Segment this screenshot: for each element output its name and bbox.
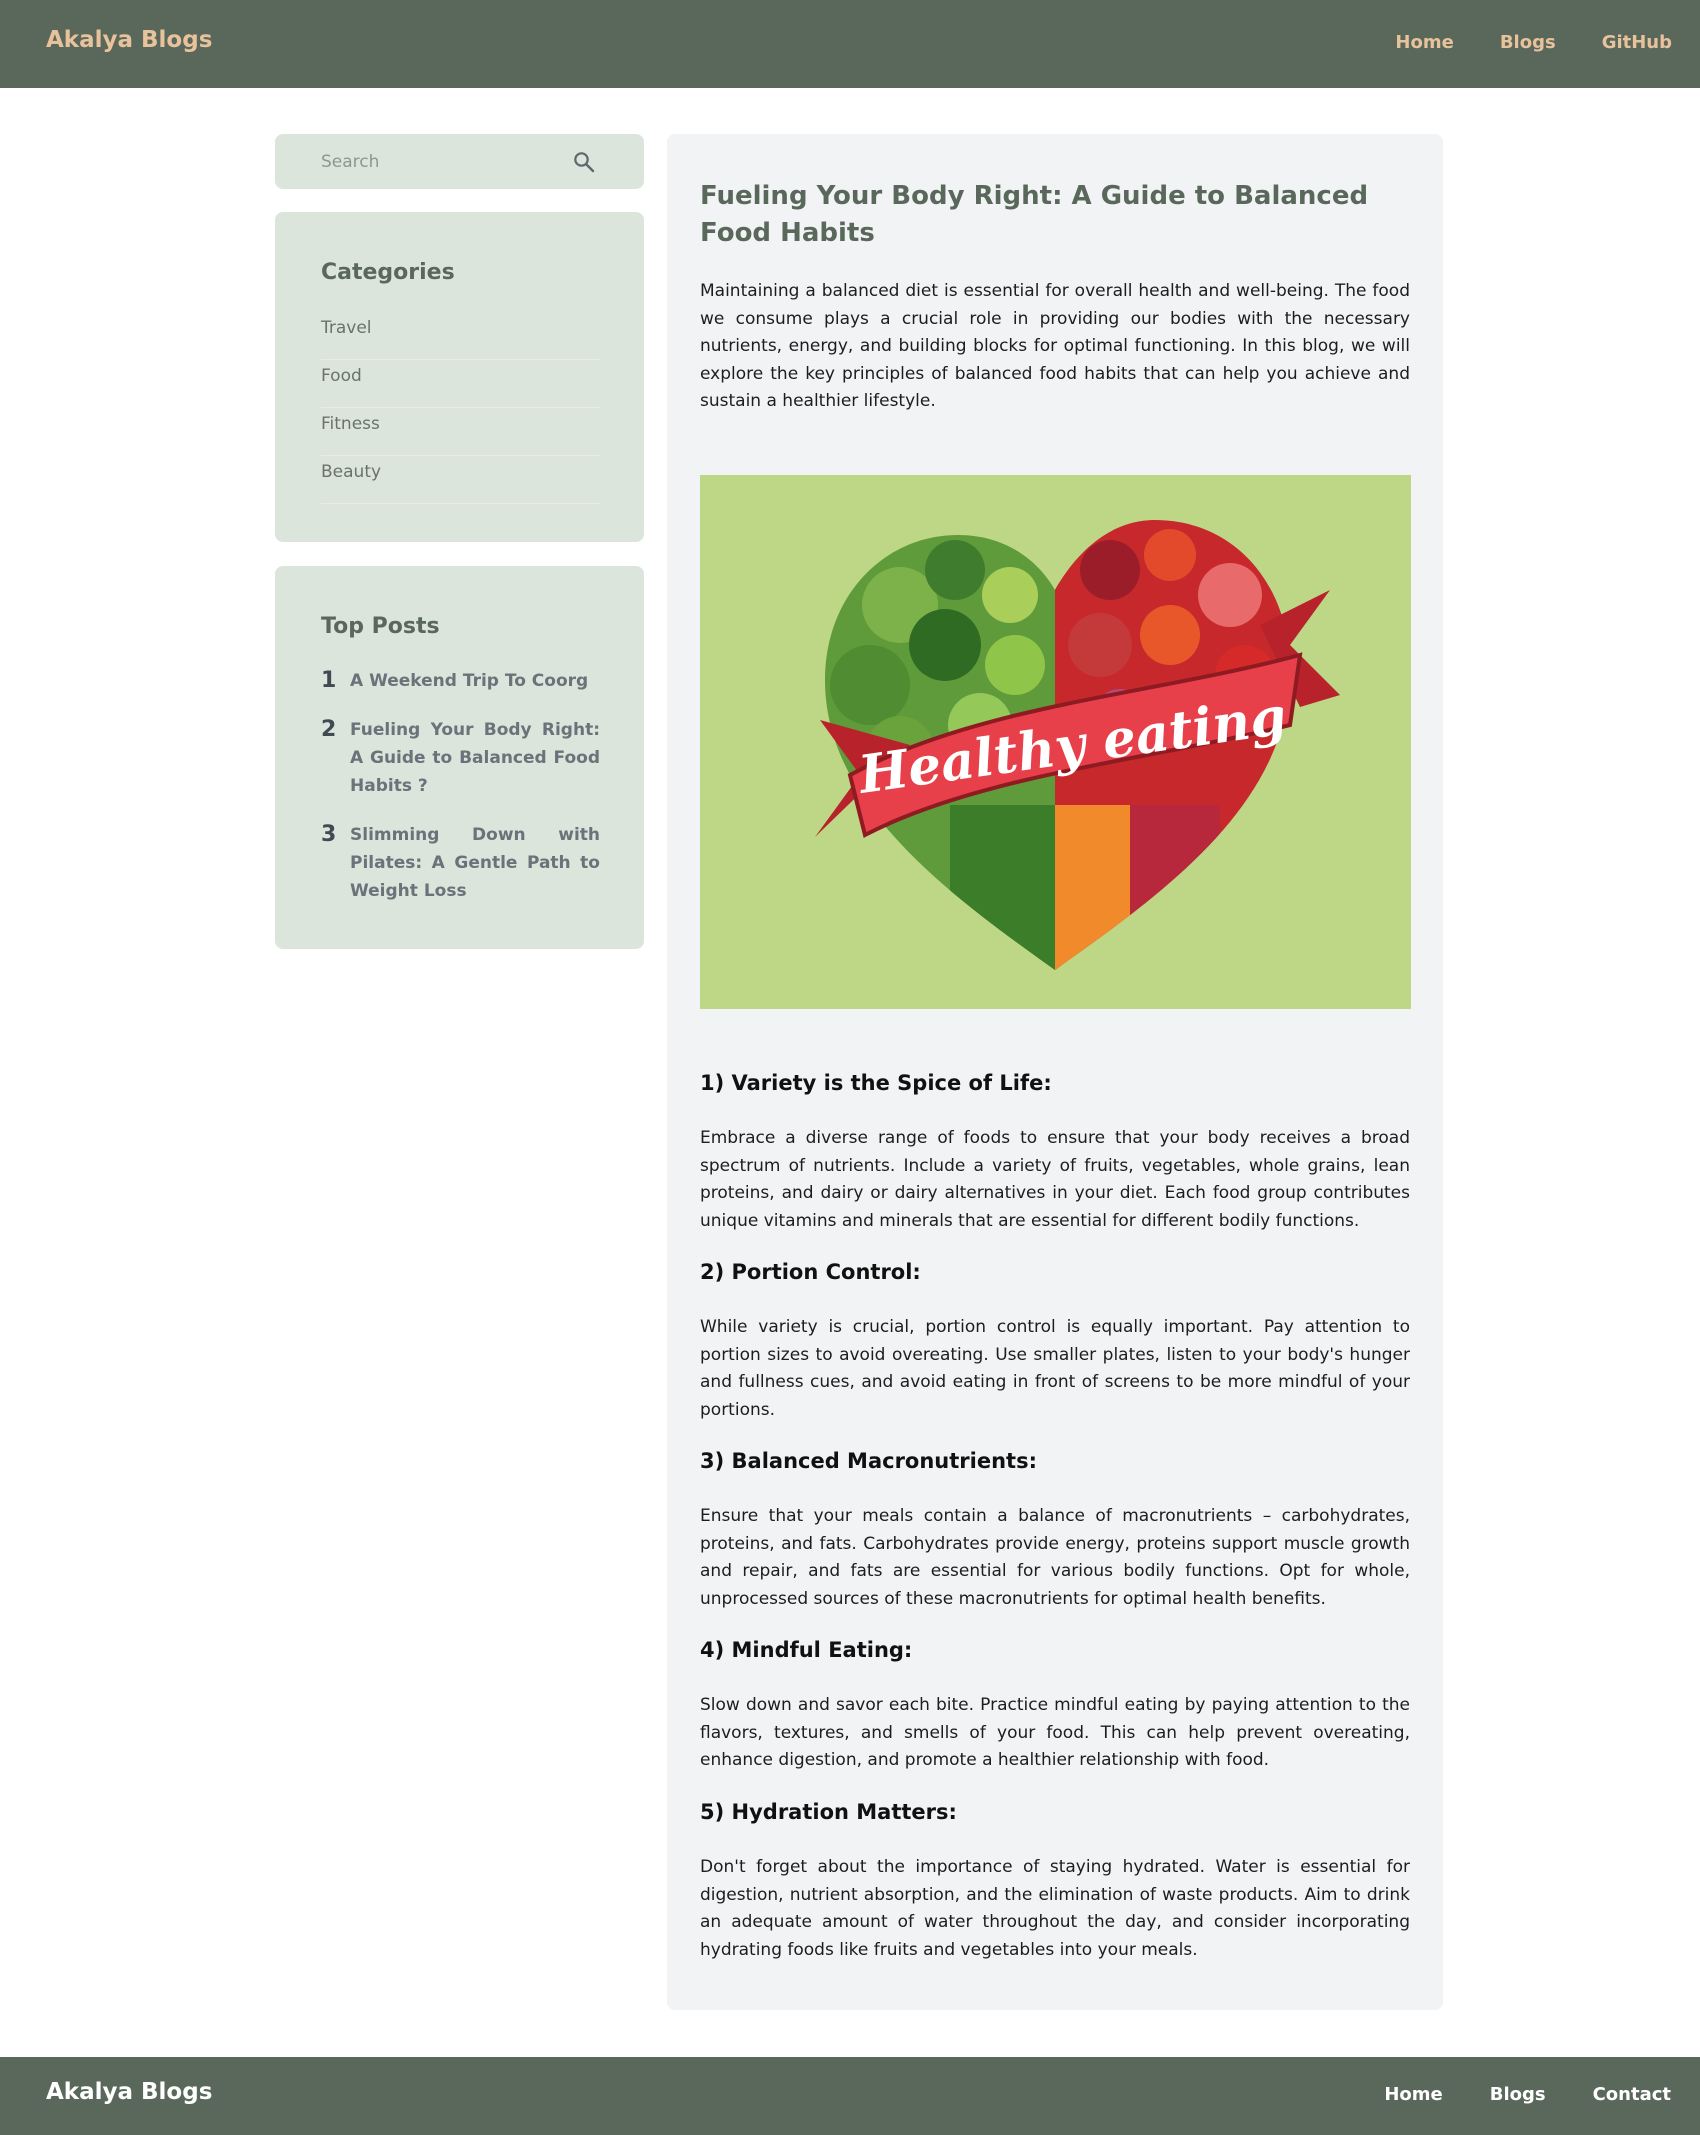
article-intro: Maintaining a balanced diet is essential… bbox=[700, 281, 1410, 412]
section-heading: 4) Mindful Eating: bbox=[700, 1638, 913, 1662]
nav-github-link[interactable]: GitHub bbox=[1602, 32, 1672, 53]
footer-home-link[interactable]: Home bbox=[1384, 2084, 1442, 2105]
footer-blogs-link[interactable]: Blogs bbox=[1490, 2084, 1546, 2105]
top-nav: Home Blogs GitHub bbox=[1395, 32, 1672, 53]
section-body: While variety is crucial, portion contro… bbox=[700, 1317, 1410, 1420]
section-body: Don't forget about the importance of sta… bbox=[700, 1857, 1410, 1960]
article-title: Fueling Your Body Right: A Guide to Bala… bbox=[700, 181, 1369, 248]
section-heading: 1) Variety is the Spice of Life: bbox=[700, 1071, 1052, 1095]
top-post-item[interactable]: 1 A Weekend Trip To Coorg bbox=[321, 667, 600, 695]
section-body: Slow down and savor each bite. Practice … bbox=[700, 1695, 1410, 1771]
footer-nav: Home Blogs Contact bbox=[1384, 2084, 1671, 2105]
footer-contact-link[interactable]: Contact bbox=[1593, 2084, 1671, 2105]
section-body: Ensure that your meals contain a balance… bbox=[700, 1506, 1410, 1609]
category-item-travel[interactable]: Travel bbox=[321, 312, 600, 360]
post-title-link[interactable]: Slimming Down with Pilates: A Gentle Pat… bbox=[350, 821, 600, 905]
post-title-link[interactable]: Fueling Your Body Right: A Guide to Bala… bbox=[350, 716, 600, 800]
nav-home-link[interactable]: Home bbox=[1395, 32, 1453, 53]
top-post-item[interactable]: 3 Slimming Down with Pilates: A Gentle P… bbox=[321, 821, 600, 905]
section-heading: 5) Hydration Matters: bbox=[700, 1800, 957, 1824]
search-input[interactable] bbox=[321, 149, 561, 175]
footer-brand[interactable]: Akalya Blogs bbox=[46, 2079, 212, 2105]
category-item-food[interactable]: Food bbox=[321, 360, 600, 408]
brand-logo[interactable]: Akalya Blogs bbox=[46, 27, 212, 53]
categories-list: Travel Food Fitness Beauty bbox=[321, 312, 600, 504]
categories-title: Categories bbox=[321, 260, 455, 285]
hero-image: Healthy eating bbox=[700, 475, 1411, 1009]
category-item-beauty[interactable]: Beauty bbox=[321, 456, 600, 504]
post-title-link[interactable]: A Weekend Trip To Coorg bbox=[350, 667, 588, 695]
section-heading: 2) Portion Control: bbox=[700, 1260, 921, 1284]
top-posts-title: Top Posts bbox=[321, 614, 440, 639]
site-header: Akalya Blogs Home Blogs GitHub bbox=[0, 0, 1700, 88]
top-posts-list: 1 A Weekend Trip To Coorg 2 Fueling Your… bbox=[321, 667, 600, 926]
section-heading: 3) Balanced Macronutrients: bbox=[700, 1449, 1037, 1473]
search-icon[interactable] bbox=[572, 150, 596, 174]
healthy-eating-illustration: Healthy eating bbox=[815, 520, 1340, 970]
nav-blogs-link[interactable]: Blogs bbox=[1500, 32, 1556, 53]
blog-article: Fueling Your Body Right: A Guide to Bala… bbox=[667, 134, 1443, 2010]
category-item-fitness[interactable]: Fitness bbox=[321, 408, 600, 456]
site-footer: Akalya Blogs Home Blogs Contact bbox=[0, 2057, 1700, 2135]
top-posts-card: Top Posts 1 A Weekend Trip To Coorg 2 Fu… bbox=[275, 566, 644, 949]
post-rank: 2 bbox=[321, 717, 337, 742]
post-rank: 1 bbox=[321, 668, 337, 693]
top-post-item[interactable]: 2 Fueling Your Body Right: A Guide to Ba… bbox=[321, 716, 600, 800]
section-body: Embrace a diverse range of foods to ensu… bbox=[700, 1128, 1410, 1231]
post-rank: 3 bbox=[321, 822, 337, 847]
categories-card: Categories Travel Food Fitness Beauty bbox=[275, 212, 644, 542]
